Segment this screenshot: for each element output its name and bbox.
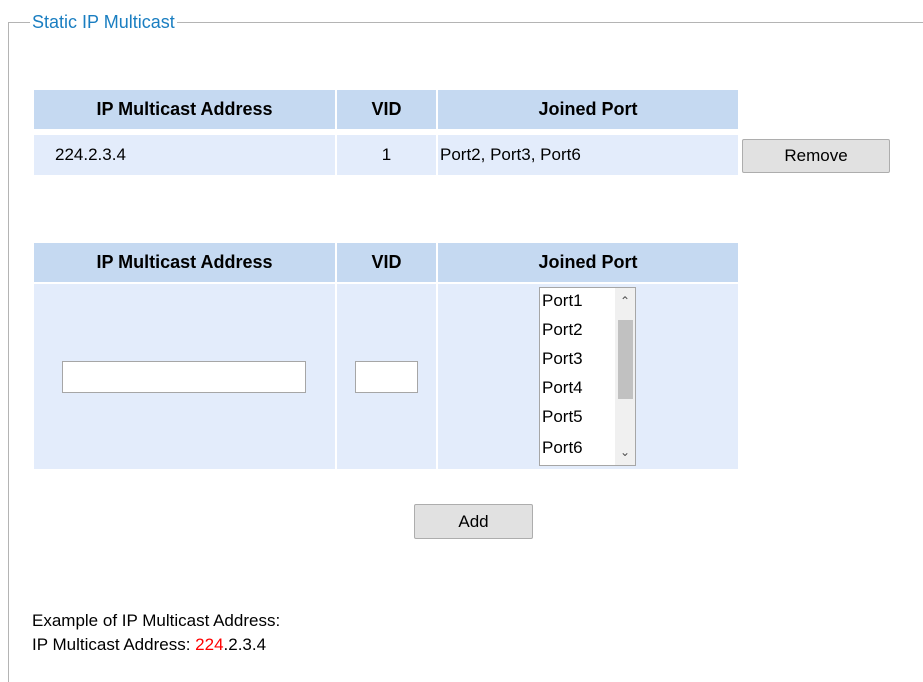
example-address-suffix: .2.3.4	[223, 635, 267, 654]
existing-row-ports: Port2, Port3, Port6	[438, 135, 738, 175]
scrollbar-thumb[interactable]	[618, 320, 633, 399]
example-address-prefix: IP Multicast Address:	[32, 635, 196, 654]
chevron-down-icon[interactable]: ⌄	[615, 442, 635, 462]
example-caption: Example of IP Multicast Address:	[32, 611, 281, 630]
existing-header-joined-port: Joined Port	[438, 90, 738, 129]
port-option[interactable]: Port3	[542, 348, 614, 370]
joined-port-listbox[interactable]: Port1 Port2 Port3 Port4 Port5 Port6 ⌃ ⌄	[539, 287, 636, 466]
port-option[interactable]: Port1	[542, 290, 614, 312]
listbox-scrollbar[interactable]: ⌃ ⌄	[615, 288, 635, 465]
example-address-highlight: 224	[195, 635, 224, 654]
vid-input[interactable]	[355, 361, 418, 393]
add-header-vid: VID	[337, 243, 436, 282]
existing-header-vid: VID	[337, 90, 436, 129]
chevron-up-icon[interactable]: ⌃	[615, 291, 635, 311]
port-option[interactable]: Port4	[542, 377, 614, 399]
fieldset-border-left	[8, 22, 9, 682]
existing-row-vid: 1	[337, 135, 436, 175]
port-option[interactable]: Port2	[542, 319, 614, 341]
remove-button[interactable]: Remove	[742, 139, 890, 173]
add-header-ip: IP Multicast Address	[34, 243, 335, 282]
existing-header-ip: IP Multicast Address	[34, 90, 335, 129]
add-button[interactable]: Add	[414, 504, 533, 539]
port-option[interactable]: Port6	[542, 437, 614, 459]
ip-multicast-address-input[interactable]	[62, 361, 306, 393]
add-header-joined-port: Joined Port	[438, 243, 738, 282]
port-option[interactable]: Port5	[542, 406, 614, 428]
static-ip-multicast-page: Static IP Multicast IP Multicast Address…	[0, 0, 923, 682]
existing-row-ip: 224.2.3.4	[34, 135, 335, 175]
fieldset-legend: Static IP Multicast	[30, 12, 177, 32]
example-address-line: IP Multicast Address: 224.2.3.4	[32, 633, 266, 657]
